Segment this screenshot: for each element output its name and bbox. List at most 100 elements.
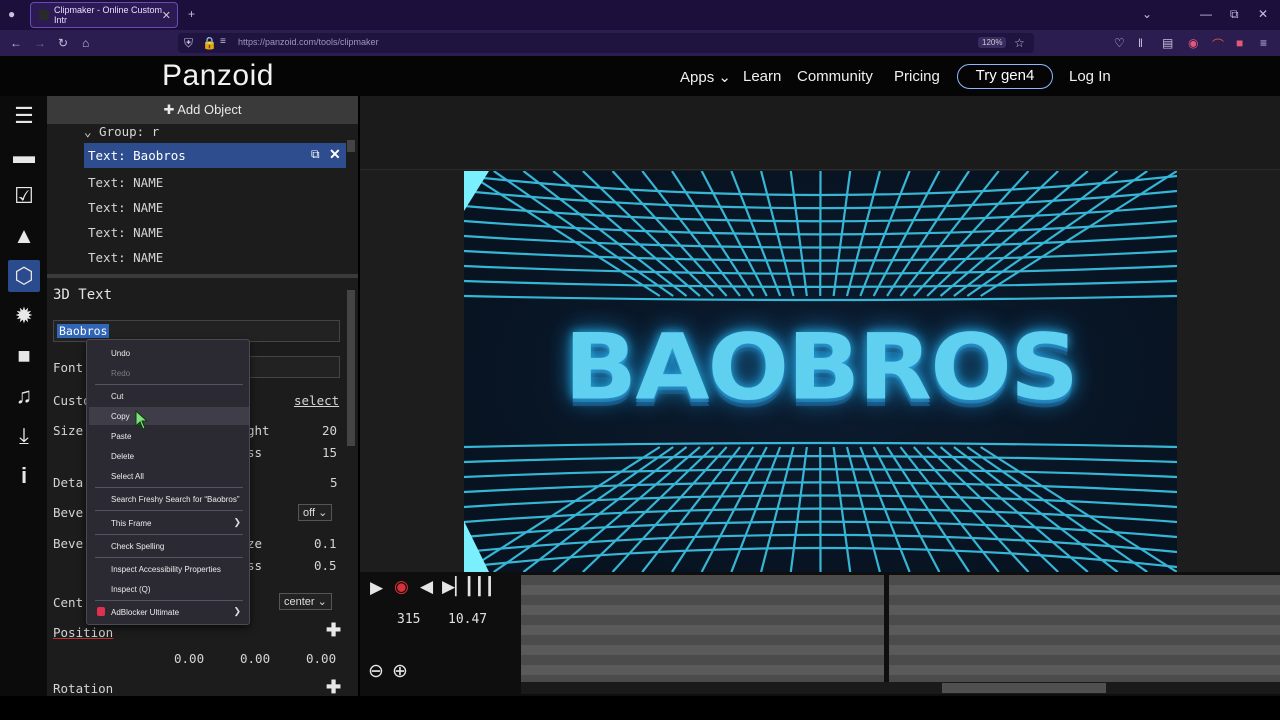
playhead[interactable]: [884, 575, 889, 682]
ctx-search[interactable]: Search Freshy Search for “Baobros”: [111, 495, 240, 504]
zoom-in-icon[interactable]: ⊕: [392, 660, 408, 683]
select-font-link[interactable]: select: [294, 393, 339, 408]
ctx-paste[interactable]: Paste: [111, 432, 131, 441]
nav-pricing[interactable]: Pricing: [894, 68, 940, 85]
music-icon[interactable]: ♫: [8, 380, 40, 412]
bookmark-star-icon[interactable]: ☆: [1014, 36, 1025, 50]
detail-value[interactable]: 5: [330, 475, 338, 490]
delete-icon[interactable]: ✕: [329, 146, 341, 163]
size-label: Size: [53, 423, 84, 438]
position-z[interactable]: 0.00: [306, 651, 336, 666]
minimize-icon[interactable]: —: [1200, 7, 1212, 21]
restore-icon[interactable]: ⧉: [1230, 7, 1239, 22]
home-icon[interactable]: ⌂: [82, 36, 89, 50]
back-icon[interactable]: ←: [10, 36, 22, 50]
tree-item[interactable]: Text: NAME: [88, 200, 163, 215]
app-menu-icon[interactable]: ≡: [1260, 36, 1267, 50]
permissions-icon[interactable]: ≡: [220, 36, 226, 47]
tree-item-selected[interactable]: Text: Baobros ⧉ ✕: [84, 143, 346, 168]
lock-icon[interactable]: 🔒: [202, 36, 217, 50]
font-label: Font: [53, 360, 84, 375]
folder-icon[interactable]: ▬: [8, 140, 40, 172]
shield-icon[interactable]: ⛨: [184, 36, 193, 51]
tree-item[interactable]: Text: NAME: [88, 250, 163, 265]
zoom-level-badge[interactable]: 120%: [978, 37, 1007, 48]
height-value[interactable]: 20: [322, 423, 337, 438]
detail-label: Deta: [53, 475, 84, 490]
ctx-redo[interactable]: Redo: [111, 369, 130, 378]
url-text: https://panzoid.com/tools/clipmaker: [238, 37, 379, 47]
ctx-check-spelling[interactable]: Check Spelling: [111, 542, 164, 551]
tree-item[interactable]: Text: NAME: [88, 175, 163, 190]
ctx-inspect[interactable]: Inspect (Q): [111, 585, 151, 594]
ctx-cut[interactable]: Cut: [111, 392, 123, 401]
zoom-out-icon[interactable]: ⊖: [368, 660, 384, 683]
duplicate-icon[interactable]: ⧉: [311, 147, 320, 162]
tree-scrollbar[interactable]: [347, 140, 355, 152]
image-icon[interactable]: ▲: [8, 220, 40, 252]
center-dropdown[interactable]: center ⌄: [279, 593, 332, 610]
ctx-undo[interactable]: Undo: [111, 349, 130, 358]
extension-icon-2[interactable]: ⌒: [1212, 36, 1224, 53]
tree-item-label: Text: Baobros: [88, 148, 186, 163]
close-window-icon[interactable]: ✕: [1258, 7, 1268, 21]
timeline-tracks[interactable]: [521, 575, 1280, 682]
cube-icon[interactable]: ⬡: [8, 260, 40, 292]
position-x[interactable]: 0.00: [174, 651, 204, 666]
menu-icon[interactable]: ☰: [8, 100, 40, 132]
ctx-delete[interactable]: Delete: [111, 452, 134, 461]
ctx-copy[interactable]: Copy: [111, 412, 130, 421]
panel-divider[interactable]: [47, 274, 358, 278]
timeline-scroll-thumb[interactable]: [942, 683, 1106, 693]
extension-icon[interactable]: ◉: [1188, 36, 1198, 50]
timeline-scrollbar[interactable]: [521, 682, 1280, 694]
new-tab-button[interactable]: +: [188, 7, 195, 21]
bevel-thickness-value[interactable]: 0.5: [314, 558, 337, 573]
position-add-icon[interactable]: ✚: [326, 620, 341, 641]
tree-item[interactable]: Text: NAME: [88, 225, 163, 240]
tree-group-r[interactable]: ⌄ Group: r: [84, 124, 159, 139]
rotation-add-icon[interactable]: ✚: [326, 677, 341, 698]
site-header: Panzoid Apps ⌄ Learn Community Pricing T…: [0, 56, 1280, 96]
props-scrollbar[interactable]: [347, 290, 355, 446]
position-y[interactable]: 0.00: [240, 651, 270, 666]
burst-icon[interactable]: ✹: [8, 300, 40, 332]
checkbox-icon[interactable]: ☑: [8, 180, 40, 212]
download-icon[interactable]: ⤓: [8, 420, 40, 452]
forward-icon[interactable]: →: [34, 36, 46, 50]
tab-list-icon[interactable]: ⌄: [1142, 7, 1152, 21]
nav-apps[interactable]: Apps ⌄: [680, 68, 731, 86]
camera-icon[interactable]: ■: [8, 340, 40, 372]
adblock-extension-icon[interactable]: ■: [1236, 36, 1243, 50]
ctx-adblocker[interactable]: AdBlocker Ultimate: [111, 608, 179, 617]
tab-title: Clipmaker - Online Custom Intr: [53, 5, 162, 25]
ctx-inspect-a11y[interactable]: Inspect Accessibility Properties: [111, 565, 221, 574]
library-icon[interactable]: ‖: [1138, 36, 1143, 50]
thickness-value[interactable]: 15: [322, 445, 337, 460]
volume-icon[interactable]: ◀: [420, 577, 433, 597]
address-bar[interactable]: ⛨ 🔒 ≡ https://panzoid.com/tools/clipmake…: [178, 33, 1034, 53]
bevel-size-value[interactable]: 0.1: [314, 536, 337, 551]
firefox-icon[interactable]: ●: [8, 7, 15, 21]
close-tab-icon[interactable]: ✕: [162, 9, 171, 22]
nav-learn[interactable]: Learn: [743, 68, 781, 85]
preview-canvas[interactable]: BAOBROS: [464, 171, 1177, 572]
add-object-button[interactable]: ✚ Add Object: [47, 96, 358, 124]
play-icon[interactable]: ▶: [370, 578, 383, 598]
info-icon[interactable]: i: [8, 460, 40, 492]
reload-icon[interactable]: ↻: [58, 36, 68, 50]
nav-community[interactable]: Community: [797, 68, 873, 85]
bevel-dropdown[interactable]: off ⌄: [298, 504, 333, 521]
eye-icon[interactable]: ◉: [394, 577, 409, 597]
ctx-this-frame[interactable]: This Frame: [111, 519, 151, 528]
sidebar-icon[interactable]: ▤: [1162, 36, 1173, 50]
pocket-icon[interactable]: ♡: [1114, 36, 1125, 50]
browser-tab[interactable]: Clipmaker - Online Custom Intr ✕: [30, 2, 178, 28]
try-gen4-button[interactable]: Try gen4: [957, 64, 1053, 89]
site-logo[interactable]: Panzoid: [162, 59, 274, 93]
ctx-select-all[interactable]: Select All: [111, 472, 144, 481]
login-link[interactable]: Log In: [1069, 68, 1111, 85]
waveform-icon[interactable]: ┃┃┃: [464, 577, 495, 597]
font-input[interactable]: [247, 356, 340, 378]
browser-tab-bar: ● Clipmaker - Online Custom Intr ✕ + ⌄ —…: [0, 0, 1280, 30]
